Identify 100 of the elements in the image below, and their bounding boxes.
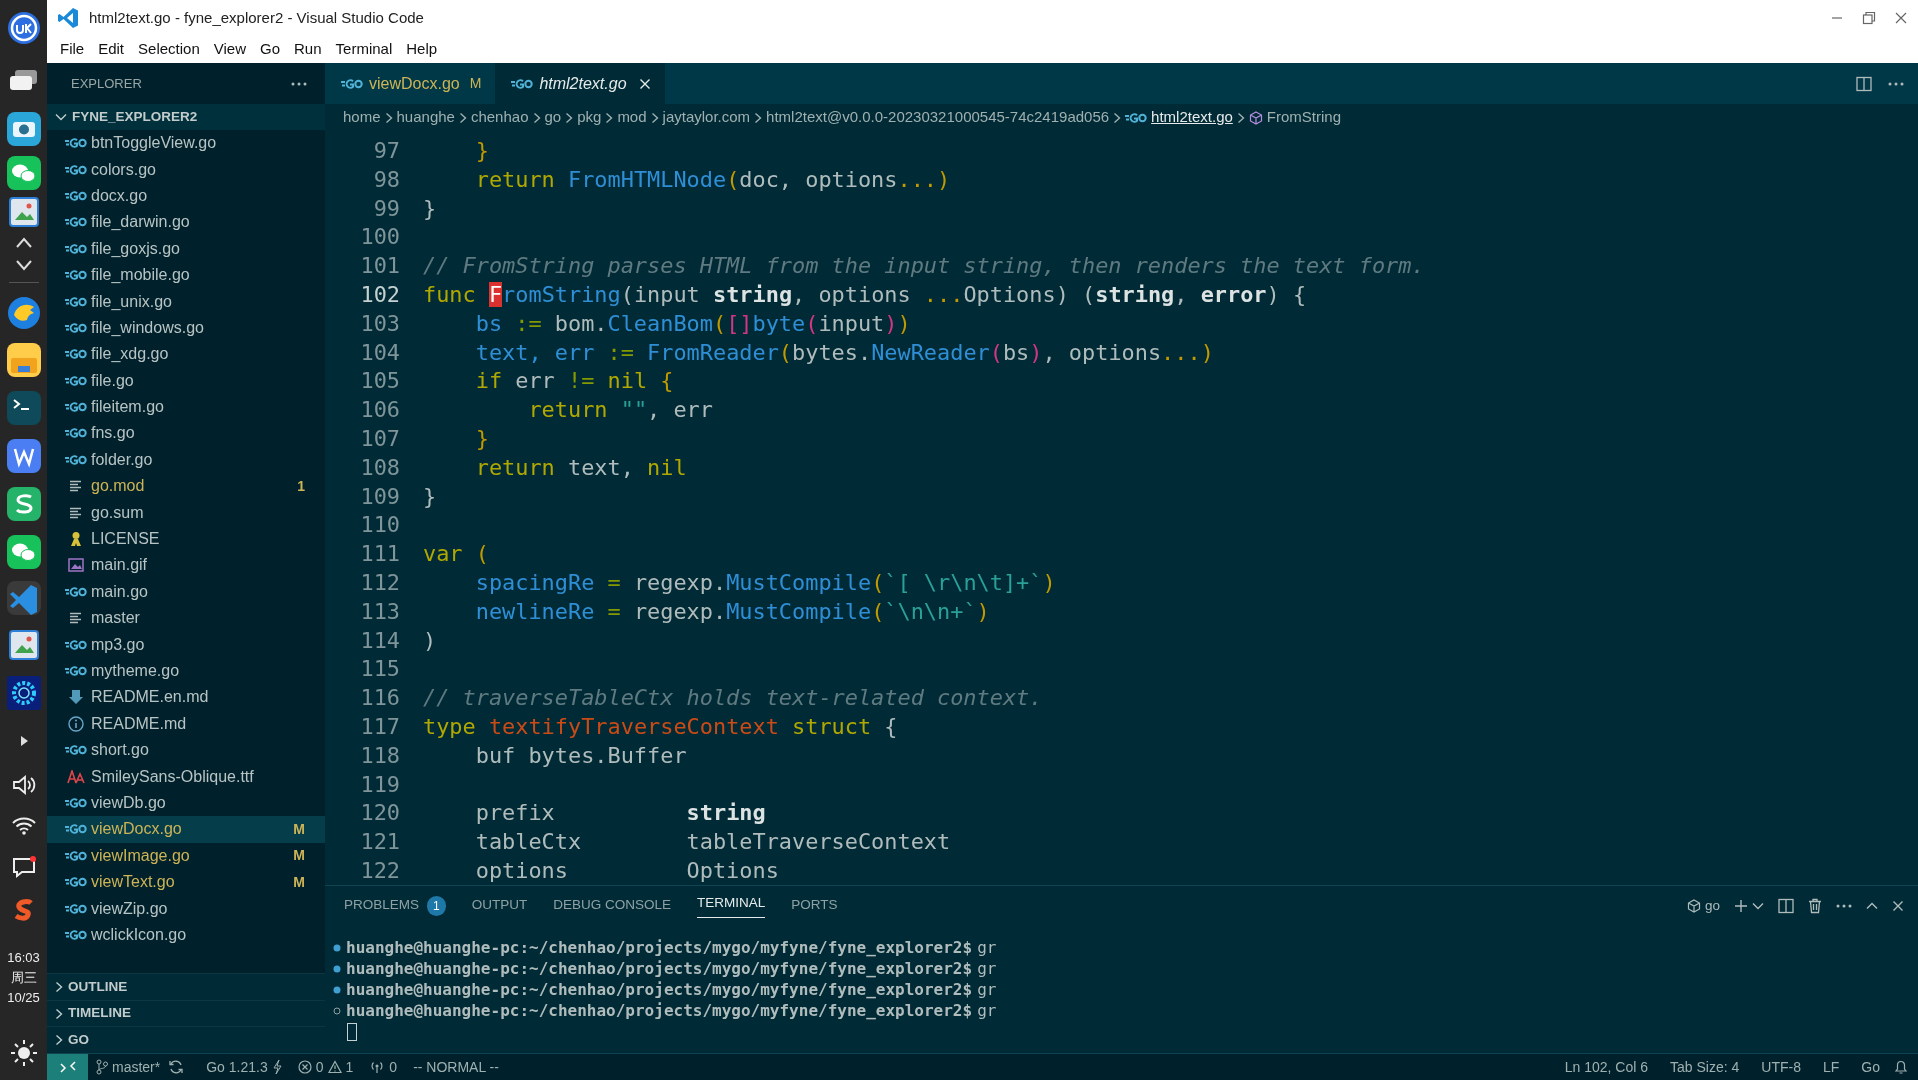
- chevron-right-icon[interactable]: [55, 1007, 63, 1020]
- tree-item[interactable]: mp3.go: [47, 631, 325, 658]
- chevron-up-icon[interactable]: [1866, 902, 1878, 910]
- browser-icon[interactable]: [5, 10, 42, 46]
- sync-icon[interactable]: [168, 1059, 185, 1075]
- tree-item[interactable]: fileitem.go: [47, 393, 325, 421]
- menu-item[interactable]: Edit: [91, 38, 132, 61]
- breadcrumb[interactable]: html2text@v0.0.0-20230321000545-74c2419ad056: [766, 106, 1110, 129]
- tree-item[interactable]: master: [47, 605, 325, 632]
- more-icon[interactable]: [291, 81, 307, 86]
- terminal-selector[interactable]: go: [1686, 895, 1720, 917]
- tree-item[interactable]: SmileySans-Oblique.ttf: [47, 763, 325, 790]
- menu-item[interactable]: Go: [253, 38, 287, 61]
- menu-item[interactable]: View: [206, 38, 253, 61]
- ports-status[interactable]: 0: [361, 1056, 406, 1078]
- tree-item[interactable]: README.en.md: [47, 684, 325, 711]
- branch-status[interactable]: master*: [88, 1056, 169, 1078]
- breadcrumb[interactable]: mod: [617, 106, 647, 129]
- tree-item[interactable]: fns.go: [47, 420, 325, 447]
- section-header[interactable]: OUTLINE: [47, 973, 325, 1000]
- tree-item[interactable]: README.md: [47, 710, 325, 737]
- tree-item[interactable]: viewImage.go M: [47, 842, 325, 869]
- status-item[interactable]: LF: [1814, 1056, 1848, 1078]
- tree-item[interactable]: go.sum: [47, 499, 325, 526]
- chevron-down-icon[interactable]: [1752, 902, 1764, 910]
- status-item[interactable]: UTF-8: [1753, 1056, 1809, 1078]
- go-version-status[interactable]: Go 1.21.3: [198, 1056, 290, 1078]
- remote-button[interactable]: [47, 1053, 88, 1080]
- breadcrumb[interactable]: jaytaylor.com: [662, 106, 751, 129]
- terminal-icon[interactable]: [5, 390, 42, 426]
- panel-tab[interactable]: OUTPUT: [471, 886, 528, 926]
- tree-item[interactable]: docx.go: [47, 182, 325, 210]
- tree-item[interactable]: viewDb.go: [47, 789, 325, 817]
- breadcrumb[interactable]: go: [544, 106, 562, 129]
- panel-tab[interactable]: PROBLEMS 1: [344, 886, 446, 926]
- chevron-down-icon[interactable]: [55, 113, 67, 121]
- tree-item[interactable]: go.mod 1: [47, 473, 325, 500]
- tree-item[interactable]: mytheme.go: [47, 657, 325, 685]
- breadcrumb[interactable]: huanghe: [396, 106, 455, 129]
- breadcrumb[interactable]: html2text.go: [1125, 106, 1233, 129]
- tree-item[interactable]: colors.go: [47, 156, 325, 183]
- split-editor-icon[interactable]: [1856, 75, 1872, 92]
- tree-item[interactable]: main.gif: [47, 552, 325, 579]
- chat-icon[interactable]: [5, 154, 42, 191]
- tree-item[interactable]: file_mobile.go: [47, 261, 325, 289]
- status-item[interactable]: Go: [1853, 1056, 1888, 1078]
- close-icon[interactable]: [1892, 900, 1904, 912]
- tree-item[interactable]: folder.go: [47, 446, 325, 474]
- menu-item[interactable]: Run: [287, 38, 329, 61]
- tree-item[interactable]: main.go: [47, 578, 325, 606]
- panel-tab[interactable]: TERMINAL: [697, 886, 766, 926]
- plus-icon[interactable]: [1734, 899, 1748, 913]
- breadcrumb[interactable]: home: [343, 106, 381, 129]
- tree-item[interactable]: file_unix.go: [47, 288, 325, 315]
- menu-item[interactable]: File: [53, 38, 92, 61]
- editor-tab[interactable]: html2text.go: [495, 63, 665, 104]
- camera-icon[interactable]: [5, 110, 42, 147]
- restore-icon[interactable]: [1862, 11, 1876, 25]
- chevron-right-icon[interactable]: [55, 1034, 63, 1047]
- more-icon[interactable]: [1836, 904, 1852, 908]
- writer-icon[interactable]: [5, 438, 42, 474]
- bell-icon[interactable]: [1894, 1059, 1908, 1075]
- chat-icon[interactable]: [5, 533, 42, 570]
- tree-item[interactable]: btnToggleView.go: [47, 130, 325, 157]
- trash-icon[interactable]: [1808, 898, 1822, 914]
- status-item[interactable]: Tab Size: 4: [1662, 1056, 1748, 1078]
- star-pattern-icon[interactable]: [5, 675, 42, 711]
- tree-item[interactable]: file_darwin.go: [47, 209, 325, 236]
- section-header[interactable]: GO: [47, 1026, 325, 1053]
- breadcrumb[interactable]: pkg: [577, 106, 602, 129]
- panel-tab[interactable]: DEBUG CONSOLE: [553, 886, 671, 926]
- tree-item[interactable]: LICENSE: [47, 525, 325, 553]
- tree-item[interactable]: file_xdg.go: [47, 341, 325, 368]
- breadcrumb[interactable]: chenhao: [470, 106, 529, 129]
- menu-item[interactable]: Help: [399, 38, 445, 61]
- editor-tab[interactable]: viewDocx.go M: [325, 63, 496, 104]
- split-icon[interactable]: [1778, 898, 1794, 914]
- folder-icon[interactable]: [5, 342, 42, 378]
- spreadsheet-icon[interactable]: [5, 486, 42, 522]
- section-header[interactable]: TIMELINE: [47, 999, 325, 1027]
- more-icon[interactable]: [1888, 81, 1904, 86]
- chevron-right-icon[interactable]: [55, 981, 63, 993]
- tree-item[interactable]: viewZip.go: [47, 895, 325, 922]
- tree-item[interactable]: short.go: [47, 737, 325, 764]
- tree-item[interactable]: wclickIcon.go: [47, 921, 325, 949]
- breadcrumb[interactable]: FromString: [1248, 106, 1341, 129]
- tree-item[interactable]: viewText.go M: [47, 868, 325, 896]
- menu-item[interactable]: Terminal: [328, 38, 400, 61]
- tree-item[interactable]: file.go: [47, 367, 325, 394]
- menu-item[interactable]: Selection: [131, 38, 207, 61]
- bird-icon[interactable]: [5, 295, 42, 331]
- close-icon[interactable]: [1894, 11, 1908, 25]
- tree-item[interactable]: file_goxjs.go: [47, 235, 325, 262]
- tree-item[interactable]: viewDocx.go M: [47, 816, 325, 843]
- folder-header[interactable]: FYNE_EXPLORER2: [47, 104, 325, 130]
- panel-tab[interactable]: PORTS: [791, 886, 838, 926]
- problems-status[interactable]: 0 1: [289, 1056, 362, 1078]
- tree-item[interactable]: file_windows.go: [47, 314, 325, 342]
- status-item[interactable]: Ln 102, Col 6: [1556, 1056, 1657, 1078]
- code-editor-icon[interactable]: [5, 580, 42, 616]
